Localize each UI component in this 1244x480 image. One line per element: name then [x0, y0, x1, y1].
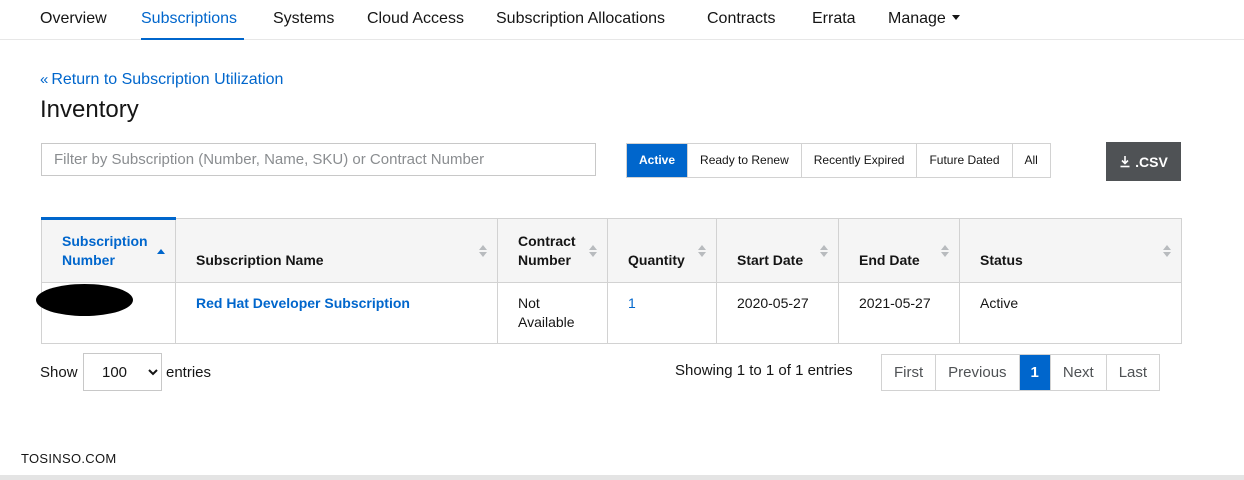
column-label: Contract Number — [518, 233, 576, 268]
return-link-label: Return to Subscription Utilization — [51, 71, 284, 88]
show-label: Show — [40, 364, 78, 381]
tab-errata[interactable]: Errata — [812, 0, 856, 40]
pager-next-button[interactable]: Next — [1049, 355, 1106, 390]
pager-previous-button[interactable]: Previous — [935, 355, 1018, 390]
inventory-table: Subscription Number Subscription Name Co… — [41, 217, 1182, 344]
column-header-subscription-name[interactable]: Subscription Name — [175, 218, 498, 283]
page-title: Inventory — [40, 96, 139, 123]
sort-icon — [820, 245, 828, 257]
tab-subscription-allocations[interactable]: Subscription Allocations — [496, 0, 665, 40]
page-size-select[interactable]: 100 — [83, 353, 162, 391]
tab-subscriptions[interactable]: Subscriptions — [141, 0, 244, 40]
pager-first-button[interactable]: First — [882, 355, 935, 390]
tab-cloud-access[interactable]: Cloud Access — [367, 0, 464, 40]
table-header-row: Subscription Number Subscription Name Co… — [41, 217, 1182, 283]
column-header-subscription-number[interactable]: Subscription Number — [41, 217, 176, 283]
filter-option-recently-expired[interactable]: Recently Expired — [800, 144, 917, 177]
export-csv-button[interactable]: .CSV — [1106, 142, 1181, 181]
cell-status: Active — [959, 282, 1182, 344]
filter-option-all[interactable]: All — [1011, 144, 1050, 177]
tab-systems[interactable]: Systems — [273, 0, 334, 40]
column-label: Quantity — [628, 252, 685, 268]
filter-option-ready-to-renew[interactable]: Ready to Renew — [687, 144, 801, 177]
showing-entries-text: Showing 1 to 1 of 1 entries — [675, 362, 853, 379]
column-header-status[interactable]: Status — [959, 218, 1182, 283]
double-angle-left-icon: « — [40, 71, 49, 88]
table-row: Red Hat Developer Subscription Not Avail… — [41, 282, 1182, 344]
column-label: Subscription Number — [62, 233, 148, 268]
sort-icon — [479, 245, 487, 257]
top-nav: Overview Subscriptions Systems Cloud Acc… — [0, 0, 1244, 40]
filter-input[interactable] — [41, 143, 596, 176]
filter-option-future-dated[interactable]: Future Dated — [916, 144, 1012, 177]
sort-ascending-icon — [157, 249, 165, 254]
cell-subscription-name[interactable]: Red Hat Developer Subscription — [175, 282, 498, 344]
column-label: Subscription Name — [196, 252, 324, 268]
column-header-contract-number[interactable]: Contract Number — [497, 218, 608, 283]
sort-icon — [698, 245, 706, 257]
column-header-end-date[interactable]: End Date — [838, 218, 960, 283]
caret-down-icon — [951, 15, 960, 20]
pagination: First Previous 1 Next Last — [881, 354, 1161, 391]
export-csv-label: .CSV — [1135, 153, 1168, 170]
column-label: Status — [980, 252, 1023, 268]
column-label: End Date — [859, 252, 920, 268]
sort-icon — [1163, 245, 1171, 257]
status-filter-group: Active Ready to Renew Recently Expired F… — [626, 143, 1051, 178]
pager-page-1-button[interactable]: 1 — [1018, 355, 1050, 390]
sort-icon — [589, 245, 597, 257]
filter-option-active[interactable]: Active — [627, 144, 688, 177]
pager-last-button[interactable]: Last — [1105, 355, 1159, 390]
tab-manage[interactable]: Manage — [888, 0, 960, 40]
column-header-start-date[interactable]: Start Date — [716, 218, 839, 283]
cell-quantity[interactable]: 1 — [607, 282, 717, 344]
cell-end-date: 2021-05-27 — [838, 282, 960, 344]
redaction-mark — [36, 284, 133, 316]
download-icon — [1120, 156, 1130, 168]
return-link[interactable]: «Return to Subscription Utilization — [40, 71, 283, 89]
column-header-quantity[interactable]: Quantity — [607, 218, 717, 283]
tab-overview[interactable]: Overview — [40, 0, 107, 40]
column-label: Start Date — [737, 252, 804, 268]
cell-start-date: 2020-05-27 — [716, 282, 839, 344]
sort-icon — [941, 245, 949, 257]
entries-label: entries — [166, 364, 212, 381]
tab-manage-label: Manage — [888, 10, 946, 27]
bottom-divider — [0, 475, 1244, 480]
watermark: TOSINSO.COM — [21, 451, 117, 466]
cell-contract-number: Not Available — [497, 282, 608, 344]
tab-contracts[interactable]: Contracts — [707, 0, 775, 40]
